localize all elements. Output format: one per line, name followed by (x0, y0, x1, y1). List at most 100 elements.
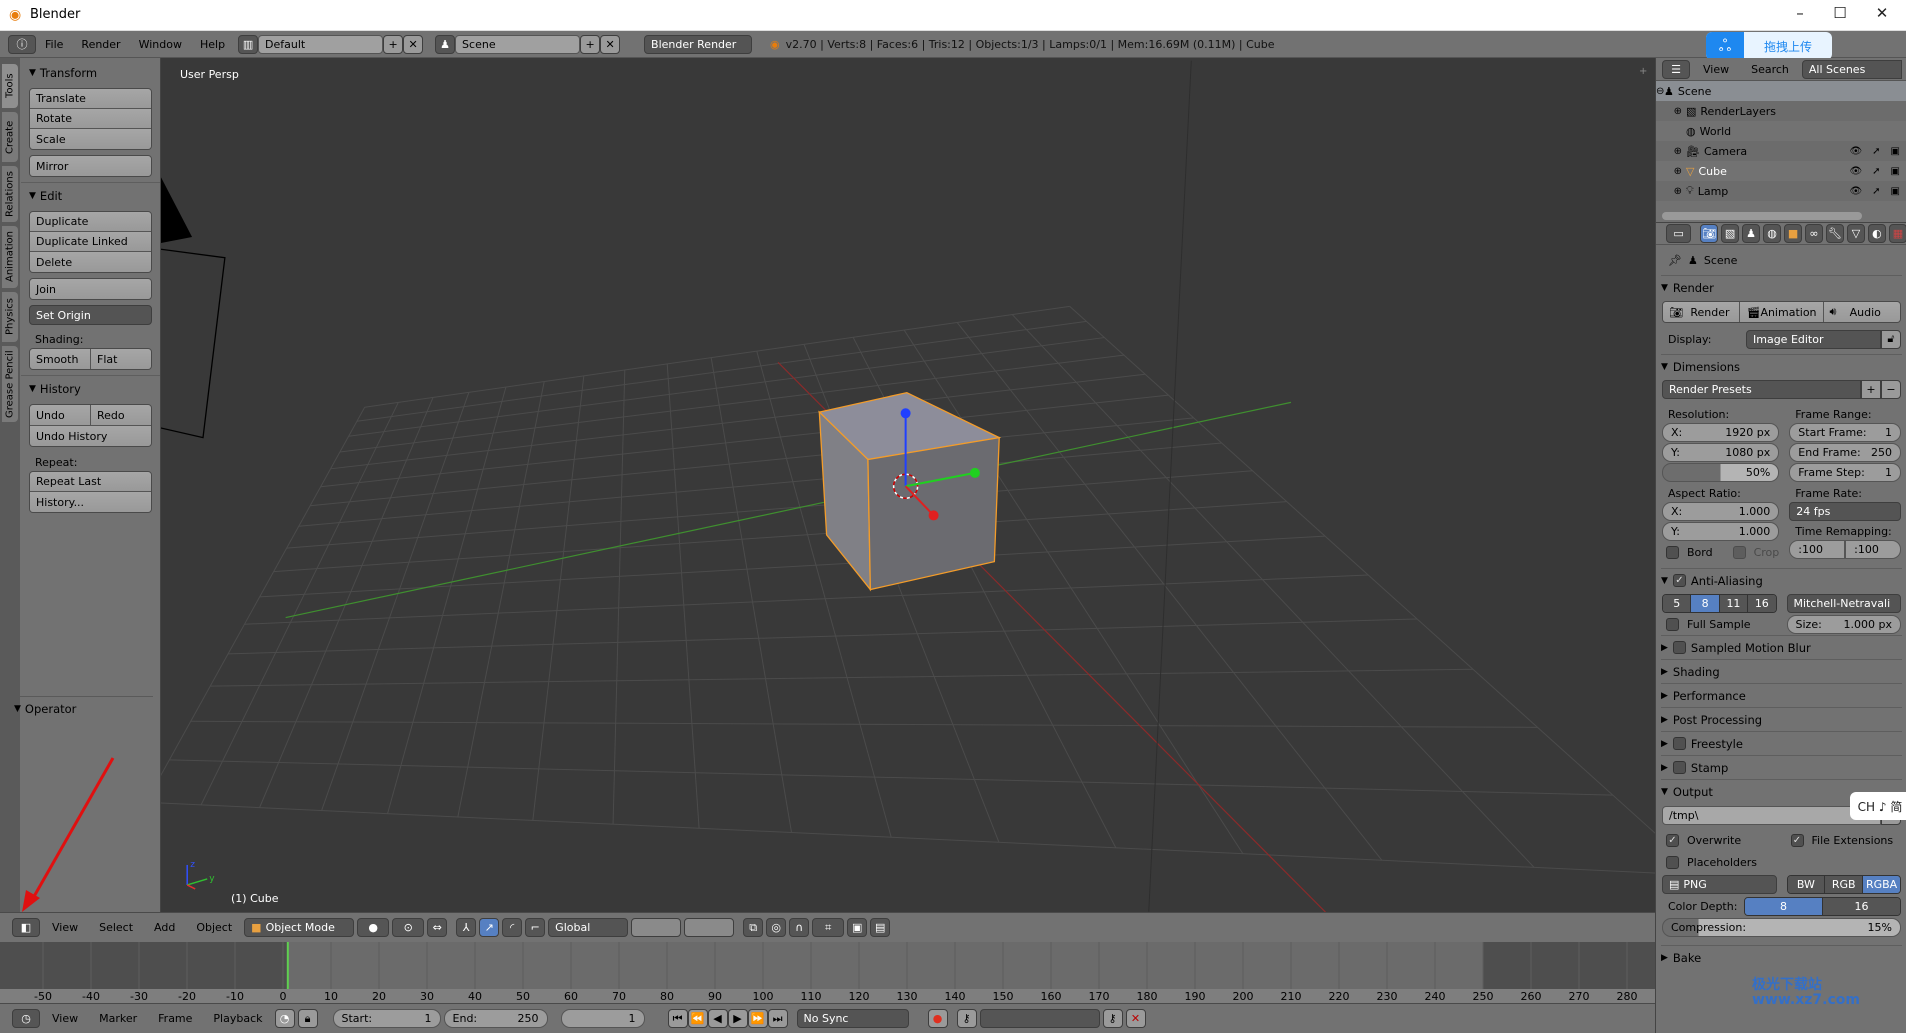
scene-icon[interactable]: ♟ (435, 34, 456, 54)
menu-view[interactable]: View (1694, 63, 1738, 76)
delete-button[interactable]: Delete (30, 252, 151, 272)
editor-type-info-icon[interactable]: ⓘ (8, 34, 36, 54)
frame-rate-dropdown[interactable]: 24 fps (1789, 502, 1901, 521)
viewport-shading-icon[interactable]: ● (357, 918, 390, 937)
tab-modifiers-icon[interactable]: 🔧︎ (1826, 224, 1844, 243)
smooth-button[interactable]: Smooth (30, 349, 91, 369)
outliner-item[interactable]: ⊕ ▽ Cube 👁︎ ➚ ▣ (1656, 161, 1906, 181)
resolution-y-field[interactable]: Y: 1080 px (1662, 443, 1780, 462)
tab-material-icon[interactable]: ◐ (1867, 224, 1886, 243)
resolution-percentage-slider[interactable]: 50% (1662, 463, 1780, 482)
color-mode-bw[interactable]: BW (1787, 876, 1826, 893)
aa-samples-16[interactable]: 16 (1748, 595, 1776, 612)
outliner-scrollbar[interactable] (1662, 212, 1862, 220)
start-frame-field[interactable]: Start: 1 (332, 1009, 441, 1028)
editor-type-properties-icon[interactable]: ▭ (1666, 224, 1692, 243)
mode-dropdown[interactable]: ■ Object Mode (244, 918, 355, 937)
collapsed-panel-header[interactable]: ▶ Freestyle (1661, 731, 1902, 755)
pivot-point-icon[interactable]: ⊙ (392, 918, 425, 937)
tab-tools[interactable]: Tools (2, 64, 18, 108)
expand-icon[interactable]: ⊕ (1656, 166, 1686, 177)
layers-grid-2[interactable] (684, 918, 735, 937)
end-frame-field[interactable]: End: 250 (443, 1009, 548, 1028)
renderable-camera-icon[interactable]: ▣ (1891, 166, 1900, 177)
tab-render-layers-icon[interactable]: ▧ (1721, 224, 1740, 243)
menu-file[interactable]: File (36, 38, 72, 51)
anti-aliasing-panel-header[interactable]: ▼ ✓ Anti-Aliasing (1661, 568, 1902, 592)
orientation-dropdown[interactable]: Global (548, 918, 629, 937)
snap-element-icon[interactable]: ⌗ (812, 918, 845, 937)
add-layout-icon[interactable]: + (383, 34, 404, 54)
undo-button[interactable]: Undo (30, 405, 91, 425)
duplicate-linked-button[interactable]: Duplicate Linked (30, 232, 151, 252)
end-frame-field[interactable]: End Frame: 250 (1789, 443, 1901, 462)
selectable-cursor-icon[interactable]: ➚ (1872, 166, 1880, 177)
flat-button[interactable]: Flat (91, 349, 151, 369)
outliner-filter-dropdown[interactable]: All Scenes (1801, 59, 1902, 79)
snap-toggle-icon[interactable]: ∩ (789, 918, 810, 937)
menu-frame[interactable]: Frame (149, 1012, 201, 1025)
render-button[interactable]: 📷︎ Render (1663, 302, 1741, 322)
edit-panel-header[interactable]: ▼ Edit (29, 185, 152, 207)
menu-window[interactable]: Window (130, 38, 191, 51)
menu-view[interactable]: View (43, 921, 87, 934)
opengl-render-icon[interactable]: ▣ (847, 918, 868, 937)
outliner-item[interactable]: ◍ World (1656, 121, 1906, 141)
layers-grid-1[interactable] (631, 918, 682, 937)
visibility-eye-icon[interactable]: 👁︎ (1849, 166, 1862, 177)
operator-panel-header[interactable]: ▼ Operator (14, 698, 76, 720)
mirror-button[interactable]: Mirror (30, 156, 151, 176)
remove-layout-icon[interactable]: ✕ (403, 34, 424, 54)
prev-keyframe-icon[interactable]: ⏪ (687, 1009, 708, 1028)
tab-texture-icon[interactable]: ▦ (1888, 224, 1906, 243)
viewport-canvas[interactable]: zy (161, 58, 1655, 912)
selectable-cursor-icon[interactable]: ➚ (1872, 146, 1880, 157)
menu-render[interactable]: Render (72, 38, 129, 51)
editor-type-outliner-icon[interactable]: ☰ (1662, 59, 1690, 79)
panel-enable-checkbox[interactable] (1672, 641, 1686, 654)
history-panel-header[interactable]: ▼ History (29, 378, 152, 400)
keying-set-icon[interactable]: ⚷ (956, 1009, 977, 1028)
manipulator-arrow-icon[interactable]: ↗ (479, 918, 500, 937)
aa-size-field[interactable]: Size: 1.000 px (1786, 615, 1901, 634)
lock-interface-icon[interactable]: 🔓︎ (1881, 329, 1901, 349)
selectable-cursor-icon[interactable]: ➚ (1872, 186, 1880, 197)
screen-layout-icon[interactable]: ▥ (238, 34, 259, 54)
aspect-y-field[interactable]: Y: 1.000 (1662, 522, 1780, 541)
translate-button[interactable]: Translate (30, 89, 151, 109)
proportional-edit-icon[interactable]: ◎ (766, 918, 787, 937)
expand-icon[interactable]: ⊖ (1656, 86, 1664, 97)
tab-scene-icon[interactable]: ♟ (1742, 224, 1761, 243)
aa-samples-8[interactable]: 8 (1691, 595, 1720, 612)
jump-end-icon[interactable]: ⏭ (767, 1009, 788, 1028)
collapsed-panel-header[interactable]: ▶ Sampled Motion Blur (1661, 635, 1902, 659)
menu-playback[interactable]: Playback (204, 1012, 271, 1025)
layout-field[interactable]: Default (258, 34, 384, 54)
history-button[interactable]: History... (30, 492, 151, 512)
tab-physics[interactable]: Physics (2, 292, 18, 342)
transform-panel-header[interactable]: ▼ Transform (29, 62, 152, 84)
close-button[interactable]: ✕ (1862, 4, 1902, 26)
visibility-eye-icon[interactable]: 👁︎ (1849, 146, 1862, 157)
aa-samples-11[interactable]: 11 (1719, 595, 1749, 612)
collapsed-panel-header[interactable]: ▶ Post Processing (1661, 707, 1902, 731)
start-frame-field[interactable]: Start Frame: 1 (1789, 423, 1901, 442)
redo-button[interactable]: Redo (91, 405, 151, 425)
split-area-icon[interactable]: + (1639, 66, 1647, 77)
resolution-x-field[interactable]: X: 1920 px (1662, 423, 1780, 442)
timeline-canvas[interactable]: -50 -40 -30 -20 -10 0 10 20 30 40 50 60 70 80 90 100 110… (0, 942, 1655, 1003)
collapsed-panel-header[interactable]: ▶ Shading (1661, 659, 1902, 683)
set-origin-dropdown[interactable]: Set Origin (29, 305, 152, 325)
3d-viewport[interactable]: zy User Persp (1) Cube + (161, 58, 1655, 912)
tab-create[interactable]: Create (2, 112, 18, 162)
remove-scene-icon[interactable]: ✕ (600, 34, 621, 54)
menu-add[interactable]: Add (145, 921, 184, 934)
remap-old-field[interactable]: :100 (1789, 540, 1846, 559)
insert-keyframe-icon[interactable]: ⚷ (1102, 1009, 1123, 1028)
timeline-ruler[interactable] (0, 989, 1655, 1003)
sync-dropdown[interactable]: No Sync (796, 1009, 909, 1028)
remap-new-field[interactable]: :100 (1845, 540, 1901, 559)
compression-slider[interactable]: Compression: 15% (1662, 918, 1901, 937)
tab-world-icon[interactable]: ◍ (1763, 224, 1782, 243)
crop-checkbox[interactable] (1732, 545, 1746, 559)
